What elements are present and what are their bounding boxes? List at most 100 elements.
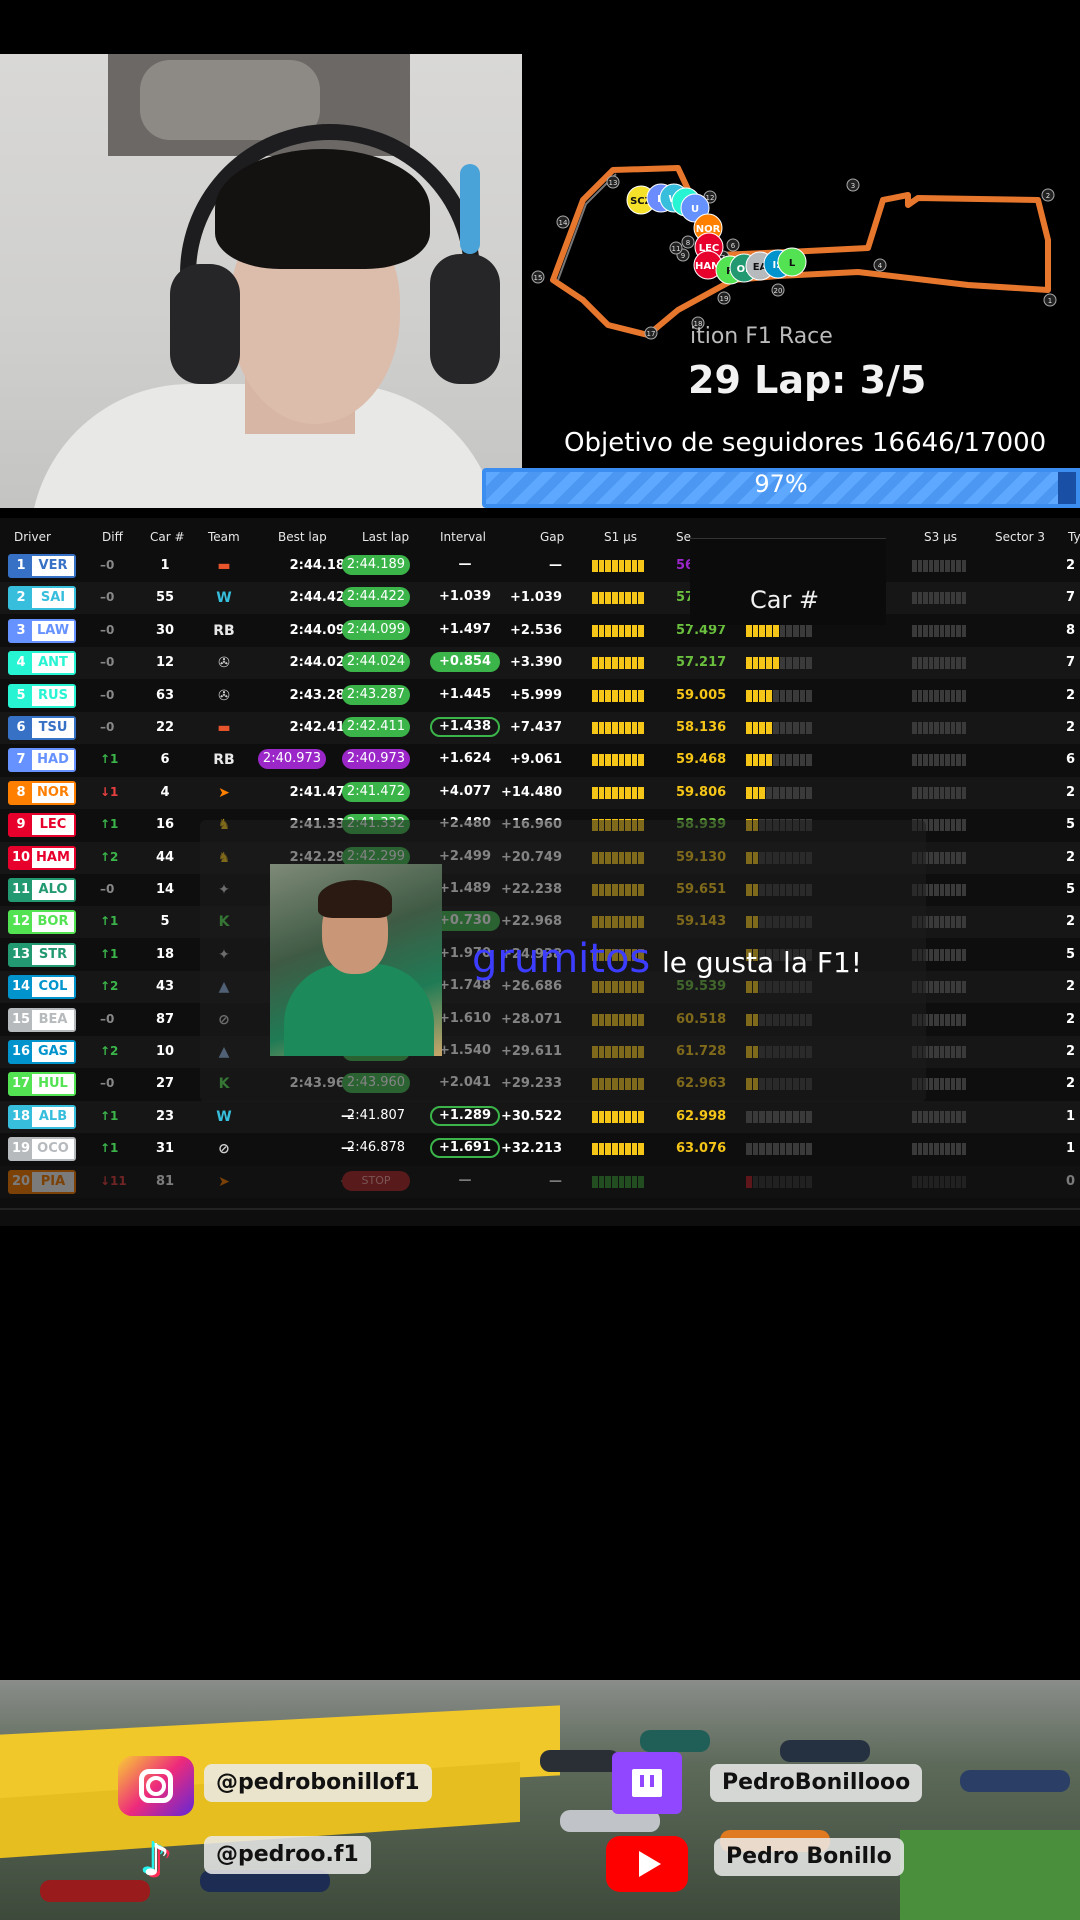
position-badge[interactable]: 3 LAW [8, 618, 76, 643]
position-number: 2 [10, 588, 32, 609]
position-badge[interactable]: 17 HUL [8, 1072, 76, 1097]
racingbulls-icon: RB [213, 752, 235, 769]
position-badge[interactable]: 9 LEC [8, 813, 76, 838]
car-number: 55 [155, 590, 175, 606]
tyre-age: 2 [1066, 720, 1076, 735]
position-badge[interactable]: 8 NOR [8, 780, 76, 805]
position-badge[interactable]: 1 VER [8, 554, 76, 578]
gap: +1.039 [509, 590, 562, 606]
last-lap: 2:41.807 [346, 1107, 406, 1123]
youtube-icon[interactable] [606, 1836, 688, 1892]
best-lap: 2:41.472 [289, 784, 354, 800]
sector3-minisectors [746, 624, 813, 637]
position-diff: ↓1 [100, 784, 119, 799]
sector3-minisectors [746, 1110, 813, 1123]
car-marker-label: L [789, 258, 796, 269]
position-badge[interactable]: 13 STR [8, 942, 76, 967]
position-badge[interactable]: 12 BOR [8, 910, 76, 935]
twitch-icon[interactable] [612, 1752, 682, 1814]
sector1-minisectors [592, 1143, 644, 1156]
position-number: 17 [10, 1074, 32, 1095]
sector1-minisectors [592, 754, 644, 767]
table-row: 20 PIA ↓11 81 ➤ — STOP — — 0 [0, 1165, 1080, 1198]
position-badge[interactable]: 11 ALO [8, 878, 76, 902]
twitch-handle[interactable]: PedroBonillooo [710, 1764, 923, 1802]
position-diff: –0 [100, 622, 115, 637]
turn-number: 14 [559, 219, 568, 227]
position-number: 15 [10, 1009, 32, 1030]
interval: — [458, 557, 472, 572]
turn-number: 17 [647, 330, 656, 338]
last-lap: 2:41.472 [342, 781, 410, 802]
header-s3: S3 µs [924, 530, 957, 544]
car-number: 10 [155, 1044, 175, 1059]
tiktok-icon[interactable]: ♪ [128, 1830, 184, 1890]
gap: +9.061 [509, 752, 562, 768]
sector2-time: 62.998 [676, 1108, 727, 1124]
turn-number: 15 [534, 274, 543, 282]
turn-number: 8 [686, 239, 690, 247]
position-diff: –0 [100, 1011, 115, 1026]
position-badge[interactable]: 18 ALB [8, 1104, 76, 1129]
youtube-handle[interactable]: Pedro Bonillo [714, 1838, 904, 1876]
instagram-handle[interactable]: @pedrobonillof1 [204, 1764, 432, 1802]
position-badge[interactable]: 4 ANT [8, 651, 76, 676]
driver-code: VER [32, 556, 74, 576]
position-badge[interactable]: 16 GAS [8, 1040, 76, 1064]
position-badge[interactable]: 15 BEA [8, 1007, 76, 1032]
sector2-time: 57.497 [676, 622, 727, 638]
tyre-age: 1 [1066, 1141, 1076, 1157]
last-lap: 2:42.411 [342, 717, 410, 737]
best-lap: — [341, 1141, 354, 1157]
car-number: 6 [160, 752, 170, 768]
best-lap: 2:44.189 [289, 558, 354, 573]
tyre-age: 5 [1066, 817, 1076, 833]
driver-code: ANT [32, 653, 74, 674]
car-number-popup-label: Car # [750, 586, 820, 614]
last-lap: 2:44.024 [342, 652, 410, 673]
sector2-time: 58.136 [676, 720, 727, 735]
position-badge[interactable]: 20 PIA [8, 1169, 76, 1194]
position-number: 10 [10, 847, 32, 868]
interval: +1.691 [430, 1138, 500, 1159]
sector3b-minisectors [912, 1110, 966, 1123]
sector2-time: 59.005 [676, 687, 727, 703]
tiktok-handle[interactable]: @pedroo.f1 [204, 1836, 371, 1874]
best-lap: — [341, 1108, 354, 1124]
sector3b-minisectors [912, 1143, 966, 1156]
turn-number: 1 [1048, 297, 1052, 305]
position-badge[interactable]: 14 COL [8, 975, 76, 1000]
sector3b-minisectors [912, 624, 966, 637]
turn-number: 11 [672, 245, 681, 253]
car-number: 43 [155, 979, 175, 995]
mercedes-icon: ✇ [218, 687, 230, 704]
instagram-icon[interactable] [118, 1756, 194, 1816]
position-badge[interactable]: 19 OCO [8, 1137, 76, 1162]
position-number: 14 [10, 977, 32, 998]
sector3-minisectors [746, 1143, 813, 1156]
position-badge[interactable]: 6 TSU [8, 716, 76, 740]
position-badge[interactable]: 10 HAM [8, 845, 76, 870]
turn-number: 20 [774, 287, 783, 295]
position-badge[interactable]: 5 RUS [8, 683, 76, 708]
position-badge[interactable]: 2 SAI [8, 586, 76, 611]
table-row: 5 RUS –0 63 ✇ 2:43.287 2:43.287 +1.445 +… [0, 680, 1080, 712]
position-badge[interactable]: 7 HAD [8, 748, 76, 773]
driver-code: SAI [32, 588, 74, 609]
table-row: 2 SAI –0 55 W 2:44.422 2:44.422 +1.039 +… [0, 582, 1080, 615]
driver-code: GAS [32, 1042, 74, 1062]
tyre-age: 5 [1066, 882, 1076, 897]
position-number: 9 [10, 815, 32, 836]
gap: +7.437 [509, 720, 562, 735]
car-number: 81 [155, 1173, 175, 1189]
header-extra: Ty [1068, 530, 1080, 544]
driver-code: HAD [32, 750, 74, 771]
sector1-minisectors [592, 722, 644, 734]
mclaren-icon: ➤ [218, 1173, 230, 1190]
racingbulls-icon: RB [213, 622, 235, 639]
position-diff: ↑2 [100, 979, 119, 994]
sector3b-minisectors [912, 1175, 966, 1188]
driver-code: LAW [32, 620, 74, 641]
position-number: 8 [10, 782, 32, 803]
position-diff: –0 [100, 655, 115, 670]
